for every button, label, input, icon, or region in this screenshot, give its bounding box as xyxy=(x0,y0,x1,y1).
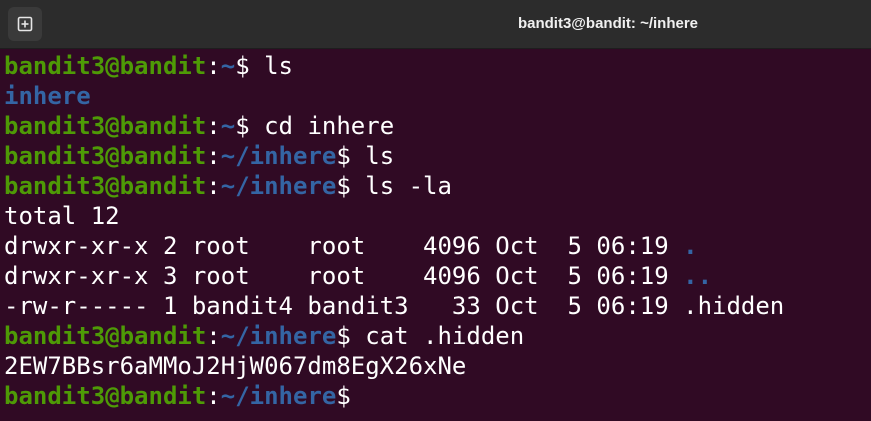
output-text: total 12 xyxy=(4,202,120,230)
prompt-path: ~/inhere xyxy=(220,382,337,410)
command-text: cat .hidden xyxy=(365,322,525,350)
prompt-path: ~/inhere xyxy=(220,172,337,200)
output-line: total 12 xyxy=(4,201,871,231)
prompt-line: bandit3@bandit:~/inhere$ ls xyxy=(4,141,871,171)
directory-entry: inhere xyxy=(4,82,91,110)
prompt-symbol: $ xyxy=(235,52,265,80)
prompt-symbol: $ xyxy=(336,322,366,350)
output-text: drwxr-xr-x 2 root root 4096 Oct 5 06:19 xyxy=(4,232,684,260)
prompt-path: ~ xyxy=(220,112,236,140)
command-text: ls xyxy=(365,142,395,170)
output-text: -rw-r----- 1 bandit4 bandit3 33 Oct 5 06… xyxy=(4,292,785,320)
prompt-symbol: $ xyxy=(336,172,366,200)
output-text: drwxr-xr-x 3 root root 4096 Oct 5 06:19 xyxy=(4,262,684,290)
prompt-symbol: $ xyxy=(336,382,351,410)
prompt-line: bandit3@bandit:~$ cd inhere xyxy=(4,111,871,141)
terminal-cursor xyxy=(351,383,365,409)
directory-entry: .. xyxy=(683,262,713,290)
command-text: ls xyxy=(264,52,294,80)
prompt-line: bandit3@bandit:~/inhere$ cat .hidden xyxy=(4,321,871,351)
prompt-separator: : xyxy=(206,172,221,200)
prompt-symbol: $ xyxy=(235,112,265,140)
command-text: ls -la xyxy=(365,172,452,200)
directory-entry: . xyxy=(683,232,698,260)
prompt-user: bandit3@bandit xyxy=(4,382,207,410)
output-line: drwxr-xr-x 2 root root 4096 Oct 5 06:19 … xyxy=(4,231,871,261)
prompt-separator: : xyxy=(206,322,221,350)
prompt-user: bandit3@bandit xyxy=(4,112,207,140)
prompt-path: ~/inhere xyxy=(220,322,337,350)
output-line: -rw-r----- 1 bandit4 bandit3 33 Oct 5 06… xyxy=(4,291,871,321)
prompt-path: ~ xyxy=(220,52,236,80)
prompt-line: bandit3@bandit:~/inhere$ xyxy=(4,381,871,411)
prompt-separator: : xyxy=(206,142,221,170)
prompt-user: bandit3@bandit xyxy=(4,322,207,350)
prompt-user: bandit3@bandit xyxy=(4,52,207,80)
prompt-line: bandit3@bandit:~$ ls xyxy=(4,51,871,81)
output-line: 2EW7BBsr6aMMoJ2HjW067dm8EgX26xNe xyxy=(4,351,871,381)
output-line: drwxr-xr-x 3 root root 4096 Oct 5 06:19 … xyxy=(4,261,871,291)
window-title: bandit3@bandit: ~/inhere xyxy=(517,15,699,32)
output-text: 2EW7BBsr6aMMoJ2HjW067dm8EgX26xNe xyxy=(4,352,467,380)
prompt-separator: : xyxy=(206,382,221,410)
title-bar: bandit3@bandit: ~/inhere xyxy=(0,0,871,49)
prompt-user: bandit3@bandit xyxy=(4,142,207,170)
prompt-symbol: $ xyxy=(336,142,366,170)
prompt-user: bandit3@bandit xyxy=(4,172,207,200)
terminal-output[interactable]: bandit3@bandit:~$ ls inhere bandit3@bandit… xyxy=(0,51,871,421)
prompt-separator: : xyxy=(206,112,221,140)
prompt-separator: : xyxy=(206,52,221,80)
prompt-line: bandit3@bandit:~/inhere$ ls -la xyxy=(4,171,871,201)
terminal-window: bandit3@bandit: ~/inhere bandit3@bandit:… xyxy=(0,0,871,421)
output-line: inhere xyxy=(4,81,871,111)
prompt-path: ~/inhere xyxy=(220,142,337,170)
command-text: cd inhere xyxy=(264,112,395,140)
